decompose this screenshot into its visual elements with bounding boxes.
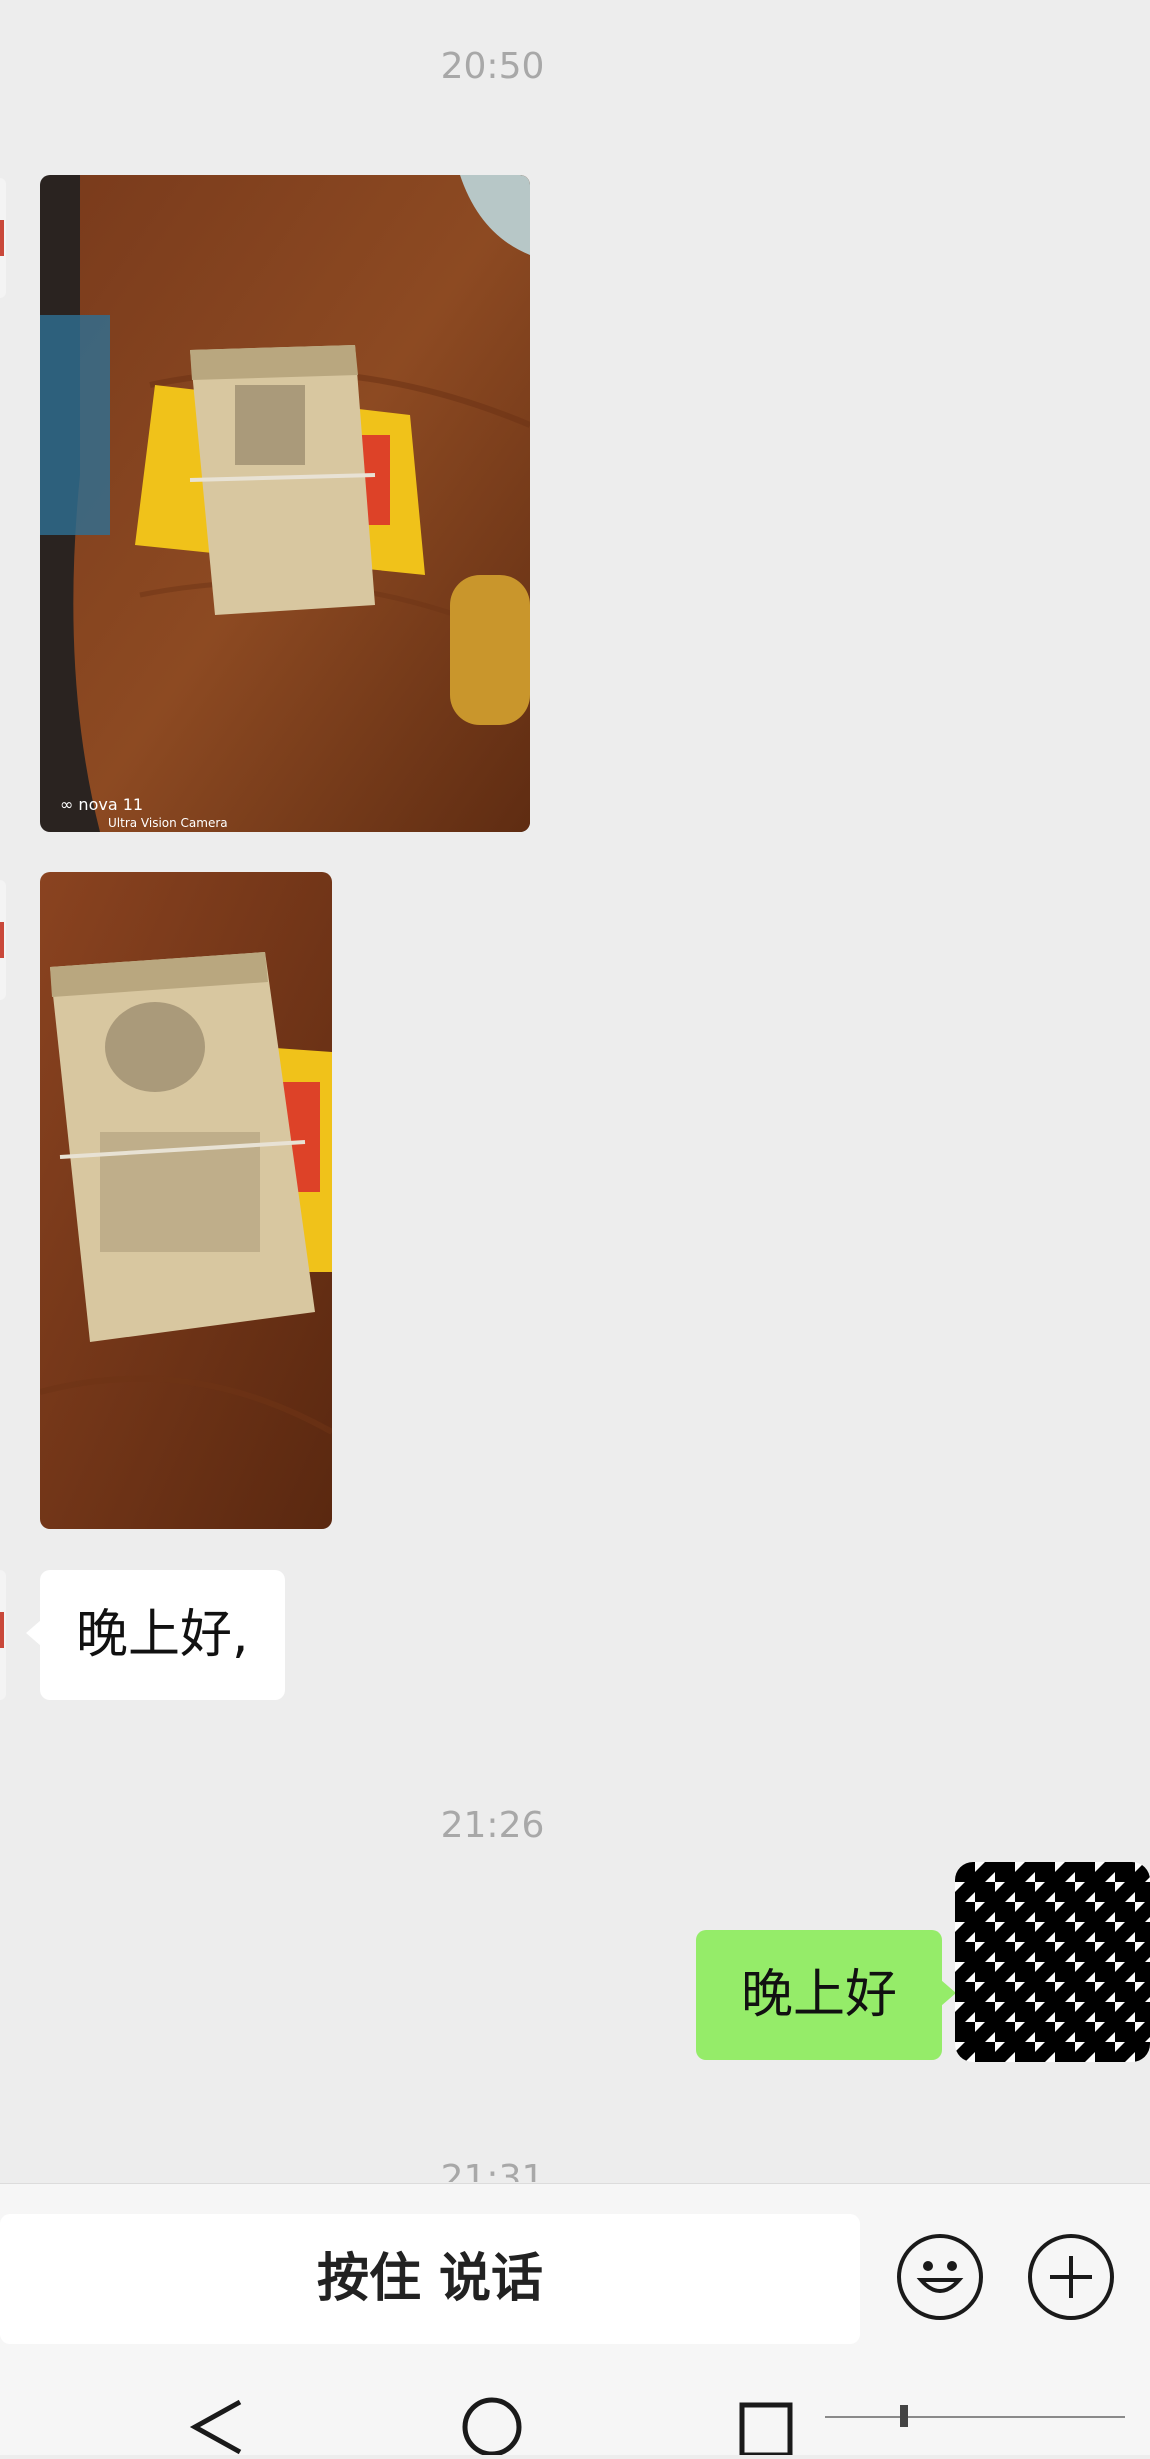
menu-lines-icon[interactable] (825, 2405, 1125, 2427)
hold-to-talk-button[interactable]: 按住 说话 (0, 2214, 860, 2344)
timestamp: 21:26 (440, 1805, 545, 1846)
timestamp: 20:50 (440, 46, 545, 87)
photo-banknote-stack-image: ∞ nova 11 Ultra Vision Camera (40, 175, 530, 832)
photo-watermark-sub: Ultra Vision Camera (108, 816, 228, 830)
photo-message[interactable]: ∞ nova 11 Ultra Vision Camera (40, 175, 530, 832)
partner-avatar[interactable] (0, 178, 6, 298)
plus-icon[interactable] (1028, 2234, 1114, 2320)
partner-avatar[interactable] (0, 1570, 6, 1700)
input-bar: 按住 说话 (0, 2183, 1150, 2346)
incoming-message-bubble[interactable]: 晚上好, (26, 1570, 285, 1700)
system-navigation-bar (0, 2345, 1150, 2458)
timestamp-partial: 21:31 (440, 2158, 545, 2182)
houndstooth-avatar-image (955, 1862, 1150, 2062)
partner-avatar[interactable] (0, 880, 6, 1000)
outgoing-message-bubble[interactable]: 晚上好 (696, 1930, 956, 2060)
back-triangle-icon[interactable] (189, 2399, 242, 2455)
photo-banknote-stack-closeup-image (40, 872, 332, 1529)
photo-message[interactable] (40, 872, 332, 1529)
home-circle-icon[interactable] (462, 2397, 522, 2457)
emoji-icon[interactable] (897, 2234, 983, 2320)
photo-watermark: ∞ nova 11 (60, 795, 143, 814)
recents-square-icon[interactable] (739, 2402, 793, 2458)
my-avatar[interactable] (955, 1862, 1150, 2062)
